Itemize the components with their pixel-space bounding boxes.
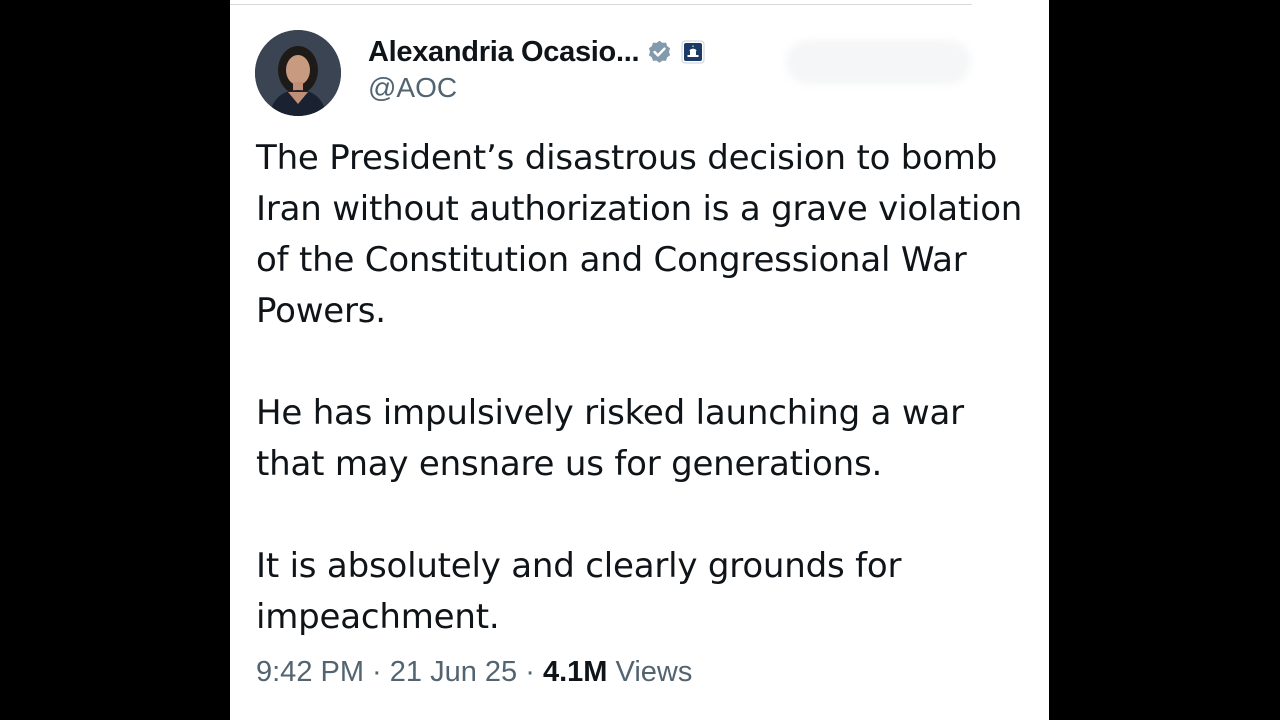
tweet-date[interactable]: 21 Jun 25: [390, 656, 517, 688]
meta-separator: ·: [517, 656, 543, 688]
tweet-card[interactable]: Alexandria Ocasio... @AOC The President’…: [230, 0, 1049, 720]
meta-separator: ·: [364, 656, 390, 688]
tweet-meta: 9:42 PM · 21 Jun 25 · 4.1M Views: [256, 656, 692, 689]
blurred-follow-button: [786, 40, 971, 84]
tweet-paragraph: The President’s disastrous decision to b…: [256, 138, 1023, 331]
tweet-paragraph: He has impulsively risked launching a wa…: [256, 393, 964, 484]
author-name-row[interactable]: Alexandria Ocasio...: [368, 30, 705, 74]
author-handle[interactable]: @AOC: [368, 72, 457, 104]
tweet-time[interactable]: 9:42 PM: [256, 656, 364, 688]
display-name[interactable]: Alexandria Ocasio...: [368, 36, 640, 69]
avatar-image: [255, 30, 341, 116]
capitol-building-icon[interactable]: [681, 40, 705, 64]
avatar[interactable]: [255, 30, 341, 116]
tweet-text: The President’s disastrous decision to b…: [256, 133, 1026, 643]
screenshot-frame: Alexandria Ocasio... @AOC The President’…: [0, 0, 1280, 720]
top-divider: [230, 4, 972, 5]
tweet-paragraph: It is absolutely and clearly grounds for…: [256, 546, 902, 637]
verified-badge-icon: [646, 39, 673, 66]
views-label: Views: [607, 656, 693, 688]
views-count[interactable]: 4.1M: [543, 656, 607, 688]
